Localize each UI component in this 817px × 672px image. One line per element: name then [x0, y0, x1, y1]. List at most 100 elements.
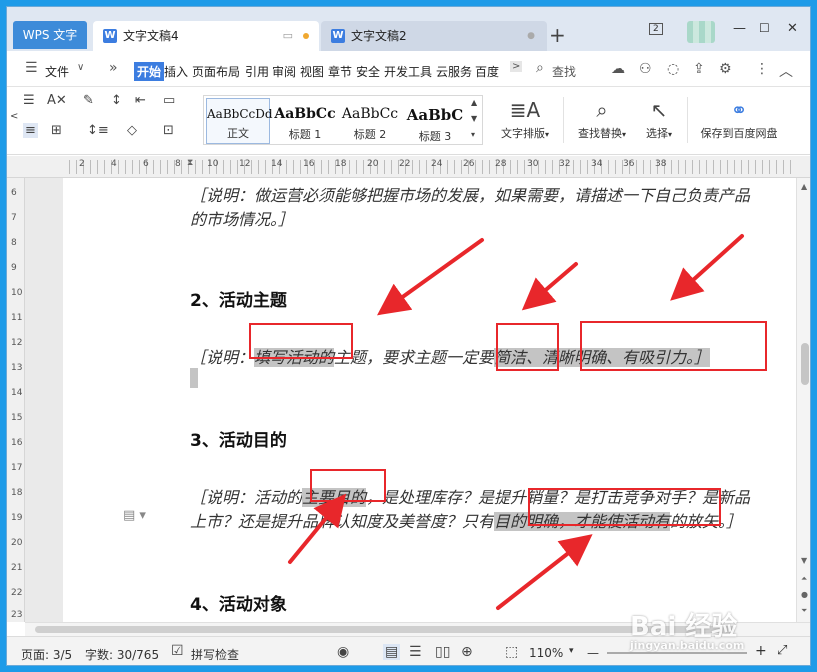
style-heading-1[interactable]: AaBbCc 标题 1 [272, 98, 338, 144]
zoom-level[interactable]: 110% [529, 646, 563, 660]
zoom-dropdown-icon[interactable]: ▾ [569, 646, 574, 656]
clear-format-icon[interactable]: ✎ [83, 93, 94, 108]
search-icon[interactable]: ⌕ [536, 60, 544, 76]
text-layout-button[interactable]: ≣A 文字排版▾ [495, 95, 555, 141]
search-input[interactable]: 查找 [552, 63, 576, 80]
sort-icon[interactable]: ↕ [111, 93, 122, 108]
window-count-badge[interactable]: 2 [649, 23, 663, 35]
collapse-ribbon-icon[interactable]: ︿ [779, 61, 793, 81]
ruler-number: 22 [11, 588, 23, 598]
next-page-icon[interactable]: ⏷ [801, 606, 807, 616]
line-height-icon[interactable]: ↕≡ [87, 123, 109, 138]
style-normal[interactable]: AaBbCcDd 正文 [206, 98, 273, 144]
menu-review[interactable]: 审阅 [272, 63, 296, 80]
style-heading-3[interactable]: AaBbC 标题 3 [402, 98, 468, 144]
style-scroll-up-icon[interactable]: ▲ [471, 98, 477, 107]
menu-start[interactable]: 开始 [134, 62, 165, 81]
paragraph-layout-icon[interactable]: ▤ ▾ [123, 508, 146, 523]
minimize-icon[interactable]: — [733, 21, 746, 36]
text-line[interactable]: 的市场情况。］ [190, 206, 294, 230]
gear-icon[interactable]: ⚙ [719, 61, 732, 77]
maximize-icon[interactable]: ☐ [759, 21, 770, 35]
align-justify-icon[interactable]: ≡ [23, 123, 38, 138]
comment-icon[interactable]: ◌ [667, 61, 679, 77]
ruler-number: 14 [271, 159, 283, 169]
menu-reference[interactable]: 引用 [245, 63, 269, 80]
reading-view-icon[interactable]: ▯▯ [435, 644, 450, 660]
indent-marker-icon[interactable]: ⧗ [187, 158, 193, 168]
menu-cloud[interactable]: 云服务 [436, 63, 472, 80]
baidu-watermark: Bai 经验 jingyan.baidu.com [630, 612, 745, 652]
new-tab-button[interactable]: + [549, 23, 566, 47]
zoom-out-icon[interactable]: — [587, 646, 599, 660]
close-icon[interactable]: ✕ [787, 21, 798, 36]
find-replace-button[interactable]: ⌕ 查找替换▾ [571, 95, 633, 141]
select-browse-icon[interactable]: ● [801, 590, 808, 599]
heading-activity-theme[interactable]: 2、活动主题 [190, 286, 287, 311]
ruler-number: 6 [11, 188, 17, 198]
collaboration-icon[interactable]: ⚇ [639, 61, 652, 77]
avatar[interactable] [687, 21, 715, 43]
share-icon[interactable]: ⇪ [693, 61, 705, 77]
cloud-sync-icon[interactable]: ☁ [611, 61, 625, 77]
more-icon[interactable]: ⋮ [755, 61, 769, 77]
ruler-number: 20 [367, 159, 379, 169]
shading-icon[interactable]: ◇ [127, 123, 137, 138]
style-expand-icon[interactable]: ▾ [471, 130, 475, 139]
style-heading-2[interactable]: AaBbCc 标题 2 [338, 98, 402, 144]
menu-insert[interactable]: 插入 [164, 63, 188, 80]
text-line[interactable]: ［说明：做运营必须能够把握市场的发展，如果需要，请描述一下自己负责产品 [190, 182, 750, 206]
hamburger-icon[interactable]: ☰ [25, 60, 38, 76]
tab-document-2[interactable]: W 文字文稿2 ● [321, 21, 547, 51]
page-indicator[interactable]: 页面: 3/5 [21, 646, 72, 663]
scroll-up-icon[interactable]: ▲ [801, 182, 807, 191]
menu-file[interactable]: 文件 [45, 63, 69, 80]
document-area[interactable]: ［说明：做运营必须能够把握市场的发展，如果需要，请描述一下自己负责产品 的市场情… [25, 178, 796, 622]
tab-document-4[interactable]: W 文字文稿4 ▭ [93, 21, 319, 51]
monitor-icon[interactable]: ▭ [283, 21, 293, 51]
horizontal-ruler[interactable]: 2 4 6 8 10 12 14 16 18 20 22 24 26 28 30… [7, 156, 810, 178]
zoom-slider[interactable] [607, 652, 747, 654]
scroll-down-icon[interactable]: ▼ [801, 556, 807, 565]
web-view-icon[interactable]: ⊕ [461, 644, 473, 660]
select-button[interactable]: ↖ 选择▾ [637, 95, 681, 141]
zoom-in-icon[interactable]: + [755, 643, 767, 659]
chevron-down-icon[interactable]: ∨ [77, 62, 84, 73]
tab-stops-icon[interactable]: ▭ [163, 93, 175, 108]
document-page[interactable]: ［说明：做运营必须能够把握市场的发展，如果需要，请描述一下自己负责产品 的市场情… [63, 178, 796, 622]
menu-security[interactable]: 安全 [356, 63, 380, 80]
ribbon-scroll-left-icon[interactable]: < [10, 111, 18, 122]
line-spacing-icon[interactable]: ☰ [23, 93, 35, 108]
page-view-icon[interactable]: ▤ [383, 644, 401, 660]
fit-page-icon[interactable]: ⬚ [505, 644, 518, 660]
document-icon: W [103, 29, 117, 43]
double-chevron-icon[interactable]: » [109, 60, 118, 76]
menu-scroll-right-icon[interactable]: > [510, 61, 523, 72]
vertical-scrollbar[interactable]: ▲ ▼ ⏶ ● ⏷ [796, 178, 810, 622]
menu-page-layout[interactable]: 页面布局 [192, 63, 240, 80]
heading-activity-purpose[interactable]: 3、活动目的 [190, 426, 287, 451]
border-icon[interactable]: ⊡ [163, 123, 174, 138]
menu-view[interactable]: 视图 [300, 63, 324, 80]
wps-home-tab[interactable]: WPS 文字 [13, 21, 87, 49]
scroll-thumb[interactable] [801, 343, 809, 385]
vertical-ruler[interactable]: 6 7 8 9 10 11 12 13 14 15 16 17 18 19 20… [7, 178, 25, 622]
spell-check-button[interactable]: 拼写检查 [191, 646, 239, 663]
title-bar: WPS 文字 W 文字文稿4 ▭ W 文字文稿2 ● + 2 — ☐ ✕ [7, 7, 810, 51]
menu-developer[interactable]: 开发工具 [384, 63, 432, 80]
style-scroll-down-icon[interactable]: ▼ [471, 114, 477, 123]
save-baidu-button[interactable]: ⚭ 保存到百度网盘 [693, 95, 785, 141]
indent-icon[interactable]: ⇤ [135, 93, 146, 108]
outline-view-icon[interactable]: ☰ [409, 644, 422, 660]
fullscreen-icon[interactable]: ⤢ [777, 643, 787, 658]
text-effect-icon[interactable]: A✕ [47, 93, 67, 108]
ruler-number: 4 [111, 159, 117, 169]
heading-activity-target[interactable]: 4、活动对象 [190, 590, 287, 615]
eye-icon[interactable]: ◉ [337, 644, 349, 660]
checkbox-icon[interactable]: ☑ [171, 643, 184, 659]
menu-baidu[interactable]: 百度 [475, 63, 509, 80]
word-count[interactable]: 字数: 30/765 [85, 646, 159, 663]
distributed-icon[interactable]: ⊞ [51, 123, 62, 138]
menu-chapter[interactable]: 章节 [328, 63, 352, 80]
prev-page-icon[interactable]: ⏶ [801, 574, 807, 584]
